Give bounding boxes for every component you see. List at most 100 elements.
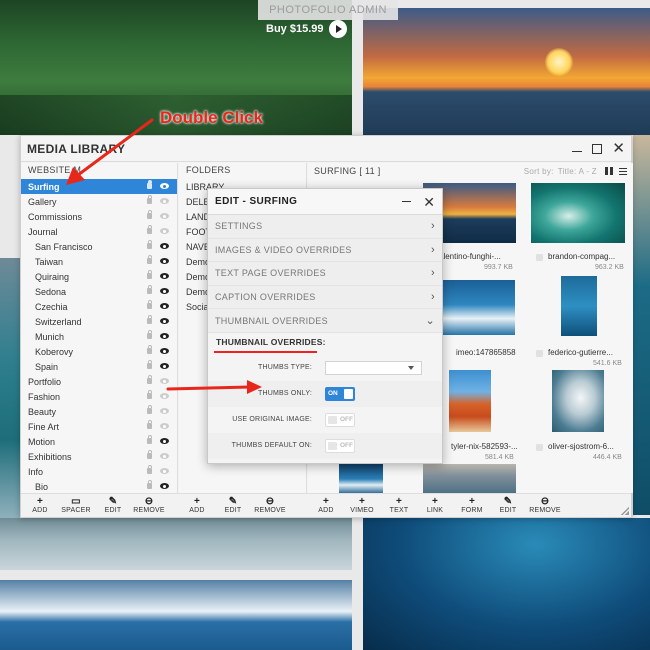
website-menu-item[interactable]: Exhibitions [21,449,177,464]
grid-view-icon[interactable] [605,167,613,175]
lock-icon[interactable] [147,225,152,234]
toolbar-remove-button[interactable]: ⊖ REMOVE [254,496,285,514]
toolbar-link-button[interactable]: + LINK [423,496,447,514]
list-view-icon[interactable] [619,167,627,175]
close-icon[interactable]: ✕ [612,141,625,156]
eye-icon[interactable] [160,408,169,414]
eye-icon[interactable] [160,363,169,369]
toolbar-edit-button[interactable]: ✎ EDIT [496,496,520,514]
toolbar-edit-button[interactable]: ✎ EDIT [101,496,125,514]
toolbar-remove-button[interactable]: ⊖ REMOVE [529,496,560,514]
thumbnail-checkbox[interactable] [536,254,543,261]
eye-icon[interactable] [160,303,169,309]
website-menu-item[interactable]: Taiwan [21,254,177,269]
eye-icon[interactable] [160,483,169,489]
website-menu-item[interactable]: Info [21,464,177,479]
website-menu-item[interactable]: Sedona [21,284,177,299]
website-menu-item[interactable]: Koberovy [21,344,177,359]
website-menu-item[interactable]: Spain [21,359,177,374]
eye-icon[interactable] [160,348,169,354]
toolbar-add-button[interactable]: + ADD [185,496,209,514]
website-menu-item[interactable]: Fine Art [21,419,177,434]
eye-icon[interactable] [160,198,169,204]
eye-icon[interactable] [160,438,169,444]
website-menu-item[interactable]: Fashion [21,389,177,404]
edit-section-caption-overrides[interactable]: CAPTION OVERRIDES › [208,285,442,310]
resize-grip-icon[interactable] [621,507,629,515]
eye-icon[interactable] [160,183,169,189]
use-original-image-toggle[interactable]: OFF [325,412,355,427]
eye-icon[interactable] [160,318,169,324]
sort-select[interactable]: Title: A - Z [558,167,597,176]
website-menu-item[interactable]: Gallery [21,194,177,209]
lock-icon[interactable] [147,435,152,444]
toolbar-remove-button[interactable]: ⊖ REMOVE [133,496,164,514]
lock-icon[interactable] [147,210,152,219]
thumbs-only-toggle[interactable]: ON [325,386,355,401]
lock-icon[interactable] [147,345,152,354]
website-menu-item[interactable]: Commissions [21,209,177,224]
website-menu-item[interactable]: Journal [21,224,177,239]
toolbar-spacer-button[interactable]: ▭ SPACER [61,496,90,514]
website-menu-item[interactable]: Quiraing [21,269,177,284]
lock-icon[interactable] [147,405,152,414]
lock-icon[interactable] [147,330,152,339]
toolbar-add-button[interactable]: + ADD [28,496,52,514]
lock-icon[interactable] [147,420,152,429]
lock-icon[interactable] [147,315,152,324]
eye-icon[interactable] [160,228,169,234]
media-library-titlebar[interactable]: MEDIA LIBRARY ✕ [21,136,631,162]
maximize-icon[interactable] [592,143,603,154]
close-icon[interactable]: ✕ [423,195,435,209]
lock-icon[interactable] [147,300,152,309]
eye-icon[interactable] [160,393,169,399]
eye-icon[interactable] [160,468,169,474]
toolbar-form-button[interactable]: + FORM [460,496,484,514]
eye-icon[interactable] [160,243,169,249]
minimize-icon[interactable] [572,151,583,152]
lock-icon[interactable] [147,390,152,399]
toolbar-edit-button[interactable]: ✎ EDIT [221,496,245,514]
lock-icon[interactable] [147,240,152,249]
eye-icon[interactable] [160,273,169,279]
eye-icon[interactable] [160,378,169,384]
website-menu-item[interactable]: Czechia [21,299,177,314]
eye-icon[interactable] [160,423,169,429]
toolbar-text-button[interactable]: + TEXT [387,496,411,514]
lock-icon[interactable] [147,465,152,474]
lock-icon[interactable] [147,195,152,204]
eye-icon[interactable] [160,213,169,219]
lock-icon[interactable] [147,180,152,189]
eye-icon[interactable] [160,333,169,339]
thumbs-default-on-toggle[interactable]: OFF [325,438,355,453]
website-menu-item[interactable]: Beauty [21,404,177,419]
website-menu-item[interactable]: Munich [21,329,177,344]
edit-section-thumbnail-overrides[interactable]: THUMBNAIL OVERRIDES ⌄ [208,309,442,333]
lock-icon[interactable] [147,450,152,459]
minimize-icon[interactable] [402,201,412,202]
buy-button[interactable]: Buy $15.99 [262,18,351,40]
website-menu-item[interactable]: Portfolio [21,374,177,389]
toolbar-add-button[interactable]: + ADD [314,496,338,514]
thumbnail-checkbox[interactable] [536,350,543,357]
photofolio-admin-label[interactable]: PHOTOFOLIO ADMIN [258,0,398,20]
lock-icon[interactable] [147,270,152,279]
website-menu-item[interactable]: Motion [21,434,177,449]
edit-section-images-video-overrides[interactable]: IMAGES & VIDEO OVERRIDES › [208,238,442,263]
edit-section-settings[interactable]: SETTINGS › [208,215,442,239]
lock-icon[interactable] [147,255,152,264]
eye-icon[interactable] [160,258,169,264]
thumbs-type-select[interactable] [325,360,422,375]
toolbar-vimeo-button[interactable]: + VIMEO [350,496,374,514]
lock-icon[interactable] [147,360,152,369]
edit-section-text-page-overrides[interactable]: TEXT PAGE OVERRIDES › [208,262,442,286]
website-menu-item[interactable]: Surfing [21,179,177,194]
website-menu-item[interactable]: Switzerland [21,314,177,329]
website-menu-item[interactable]: San Francisco [21,239,177,254]
eye-icon[interactable] [160,453,169,459]
lock-icon[interactable] [147,480,152,489]
lock-icon[interactable] [147,375,152,384]
thumbnail-checkbox[interactable] [536,444,543,451]
edit-panel-titlebar[interactable]: EDIT - SURFING ✕ [208,189,442,215]
eye-icon[interactable] [160,288,169,294]
